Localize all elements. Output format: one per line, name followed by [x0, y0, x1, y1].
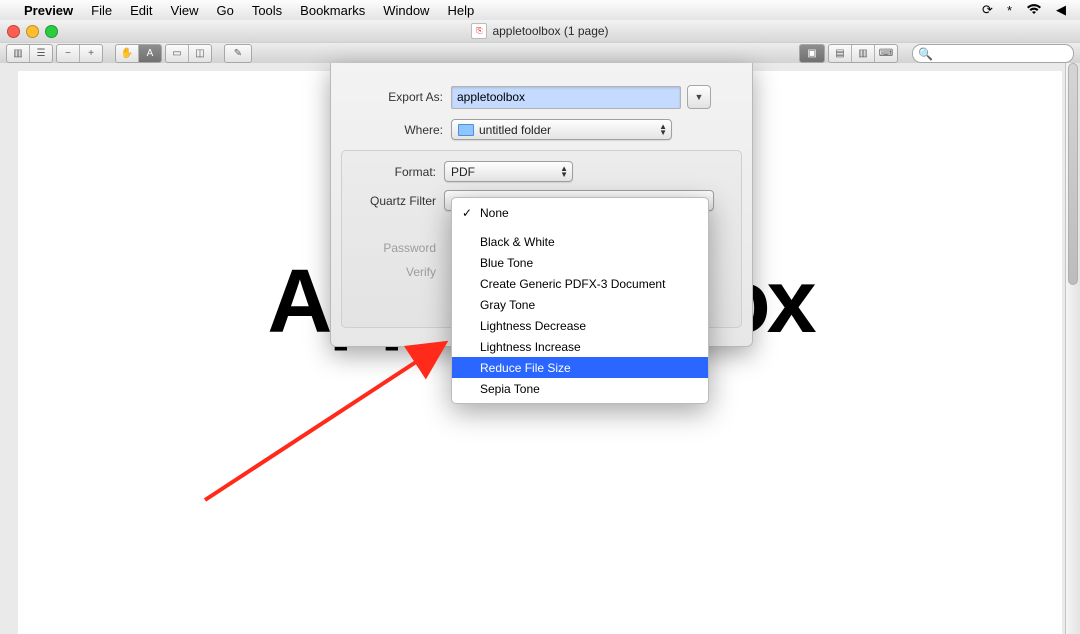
filter-option-label: Blue Tone	[480, 256, 533, 270]
filter-option-lightness-increase[interactable]: Lightness Increase	[452, 336, 708, 357]
move-tool-icon[interactable]: ✋	[116, 45, 139, 62]
export-as-label: Export As:	[347, 90, 443, 104]
lasso-select-icon[interactable]: ◫	[189, 45, 211, 62]
checkmark-icon: ✓	[462, 206, 472, 220]
vertical-scrollbar[interactable]	[1065, 63, 1080, 634]
filter-option-label: Black & White	[480, 235, 555, 249]
document-proxy-icon[interactable]: ⎘	[471, 23, 487, 39]
wifi-icon[interactable]	[1026, 3, 1042, 18]
filter-option-reduce-file-size[interactable]: Reduce File Size	[452, 357, 708, 378]
page-view-segment[interactable]: ▤ ▥ ⌨	[828, 44, 898, 63]
filter-option-label: Lightness Decrease	[480, 319, 586, 333]
filter-option-none[interactable]: ✓ None	[452, 202, 708, 223]
filter-option-lightness-decrease[interactable]: Lightness Decrease	[452, 315, 708, 336]
menu-file[interactable]: File	[91, 3, 112, 18]
expand-save-panel-button[interactable]: ▼	[687, 85, 711, 109]
zoom-segment[interactable]: − +	[56, 44, 103, 63]
view-contact-sheet-icon[interactable]: ⌨	[875, 45, 897, 62]
menu-window[interactable]: Window	[383, 3, 429, 18]
window-title: appletoolbox (1 page)	[492, 24, 608, 38]
format-label: Format:	[348, 165, 436, 179]
sidebar-list-icon[interactable]: ☰	[30, 45, 52, 62]
view-two-pages-icon[interactable]: ▥	[852, 45, 875, 62]
filter-option-sepia-tone[interactable]: Sepia Tone	[452, 378, 708, 399]
menu-go[interactable]: Go	[216, 3, 233, 18]
volume-icon[interactable]: ◀	[1056, 2, 1066, 18]
select-segment[interactable]: ▭ ◫	[165, 44, 212, 63]
export-as-value: appletoolbox	[457, 90, 525, 104]
text-tool-icon[interactable]: A	[139, 45, 161, 62]
bluetooth-icon[interactable]: *	[1007, 3, 1012, 18]
titlebar: ⎘ appletoolbox (1 page)	[0, 20, 1080, 43]
annotate-button[interactable]: ✎	[224, 44, 252, 63]
where-popup[interactable]: untitled folder ▲▼	[451, 119, 672, 140]
verify-label: Verify	[348, 265, 436, 279]
zoom-in-icon[interactable]: +	[80, 45, 102, 62]
view-single-page-icon[interactable]: ▣	[799, 44, 825, 63]
zoom-out-icon[interactable]: −	[57, 45, 80, 62]
popup-arrows-icon: ▲▼	[560, 166, 568, 178]
filter-option-black-white[interactable]: Black & White	[452, 231, 708, 252]
view-continuous-icon[interactable]: ▤	[829, 45, 852, 62]
filter-option-blue-tone[interactable]: Blue Tone	[452, 252, 708, 273]
menubar: Preview File Edit View Go Tools Bookmark…	[0, 0, 1080, 21]
export-as-field[interactable]: appletoolbox	[451, 86, 681, 109]
menu-app[interactable]: Preview	[24, 3, 73, 18]
filter-option-pdfx3[interactable]: Create Generic PDFX-3 Document	[452, 273, 708, 294]
sync-status-icon[interactable]: ⟳	[982, 2, 993, 18]
folder-icon	[458, 124, 474, 136]
filter-option-label: Sepia Tone	[480, 382, 540, 396]
quartz-filter-menu[interactable]: ✓ None Black & White Blue Tone Create Ge…	[451, 197, 709, 404]
filter-option-label: Reduce File Size	[480, 361, 571, 375]
popup-arrows-icon: ▲▼	[659, 124, 667, 136]
sidebar-thumbnails-icon[interactable]: ▥	[7, 45, 30, 62]
scrollbar-thumb[interactable]	[1068, 63, 1078, 285]
menu-bookmarks[interactable]: Bookmarks	[300, 3, 365, 18]
menu-view[interactable]: View	[171, 3, 199, 18]
filter-option-label: Gray Tone	[480, 298, 535, 312]
tool-segment[interactable]: ✋ A	[115, 44, 162, 63]
filter-option-label: Create Generic PDFX-3 Document	[480, 277, 665, 291]
rect-select-icon[interactable]: ▭	[166, 45, 189, 62]
quartz-filter-label: Quartz Filter	[348, 194, 436, 208]
menu-help[interactable]: Help	[447, 3, 474, 18]
filter-option-label: Lightness Increase	[480, 340, 581, 354]
toolbar: ▥ ☰ − + ✋ A ▭ ◫ ✎ ▣ ▤ ▥ ⌨ 🔍	[0, 43, 1080, 65]
menu-edit[interactable]: Edit	[130, 3, 152, 18]
search-field[interactable]: 🔍	[912, 44, 1074, 63]
format-popup[interactable]: PDF ▲▼	[444, 161, 573, 182]
format-value: PDF	[451, 165, 475, 179]
window-chrome: ⎘ appletoolbox (1 page) ▥ ☰ − + ✋ A ▭ ◫ …	[0, 20, 1080, 63]
search-icon: 🔍	[918, 47, 933, 61]
where-label: Where:	[347, 123, 443, 137]
where-value: untitled folder	[479, 123, 551, 137]
filter-option-gray-tone[interactable]: Gray Tone	[452, 294, 708, 315]
password-label: Password	[348, 241, 436, 255]
filter-option-label: None	[480, 206, 509, 220]
sidebar-view-segment[interactable]: ▥ ☰	[6, 44, 53, 63]
menu-tools[interactable]: Tools	[252, 3, 282, 18]
